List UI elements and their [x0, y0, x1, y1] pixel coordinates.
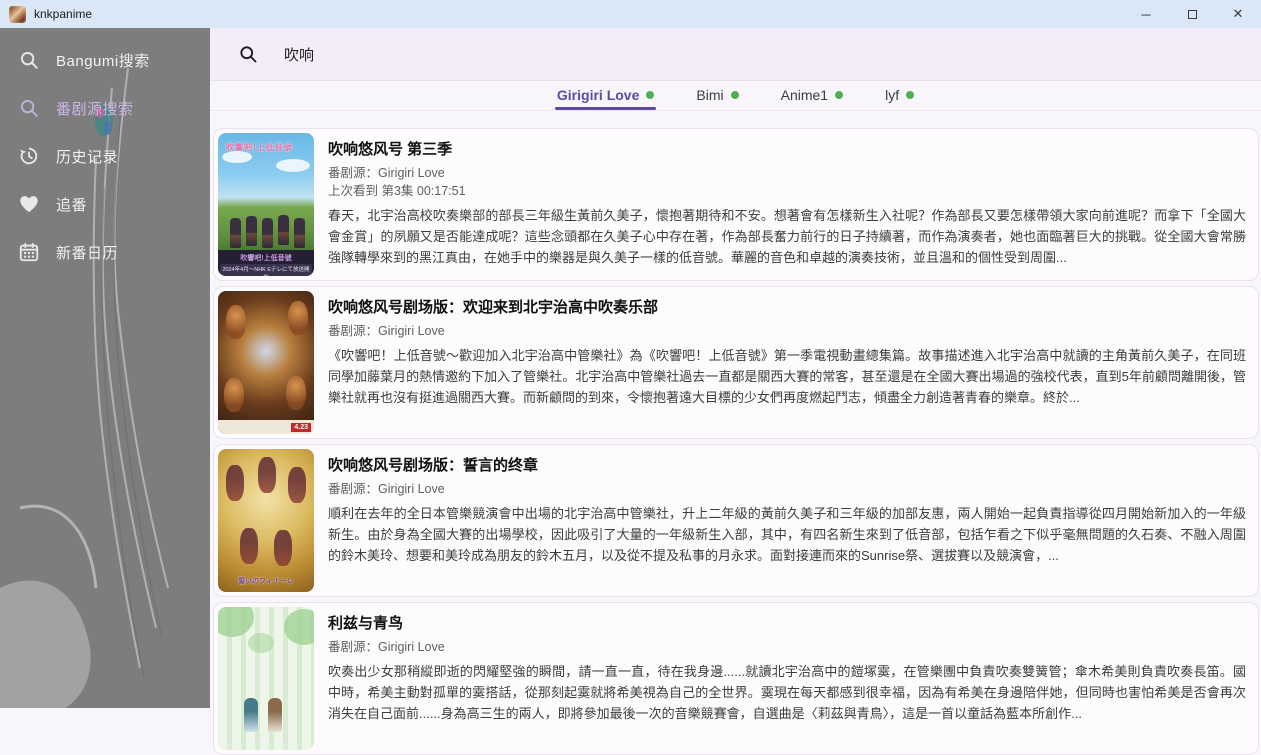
tab-girigiri-love[interactable]: Girigiri Love: [555, 87, 656, 110]
sidebar-item-label: 番剧源搜索: [56, 98, 134, 119]
sidebar-item-follow[interactable]: 追番: [0, 180, 210, 228]
heart-icon: [18, 193, 40, 215]
anime-title: 利兹与青鸟: [328, 612, 1246, 633]
last-watched: 上次看到 第3集 00:17:51: [328, 182, 1246, 200]
result-card[interactable]: 利兹与青鸟 番剧源：Girigiri Love 吹奏出少女那稍縱即逝的閃耀堅強的…: [213, 602, 1259, 755]
result-card[interactable]: 4.23 吹响悠风号剧场版：欢迎来到北宇治高中吹奏乐部 番剧源：Girigiri…: [213, 286, 1259, 439]
sidebar-item-history[interactable]: 历史记录: [0, 132, 210, 180]
sidebar-item-label: 历史记录: [56, 146, 118, 167]
search-results-list: 吹響吧!上低音號 吹響吧!上低音號 2024年4月～NHK Eテレにて放送開始 …: [210, 111, 1261, 755]
search-bar: [210, 28, 1261, 81]
anime-source: 番剧源：Girigiri Love: [328, 480, 1246, 498]
result-card[interactable]: 吹響吧!上低音號 吹響吧!上低音號 2024年4月～NHK Eテレにて放送開始 …: [213, 128, 1259, 281]
app-icon: [9, 6, 26, 23]
anime-description: 吹奏出少女那稍縱即逝的閃耀堅強的瞬間，請一直一直，待在我身邊......就讀北宇…: [328, 662, 1246, 724]
anime-description: 春天，北宇治高校吹奏樂部的部長三年級生黃前久美子，懷抱著期待和不安。想著會有怎樣…: [328, 206, 1246, 268]
close-button[interactable]: ✕: [1215, 0, 1261, 28]
anime-description: 《吹響吧！上低音號～歡迎加入北宇治高中管樂社》為《吹響吧！上低音號》第一季電視動…: [328, 346, 1246, 408]
poster-image: [218, 607, 314, 750]
title-bar: knkpanime ─ ✕: [0, 0, 1261, 28]
history-icon: [18, 145, 40, 167]
poster-title-text: 吹響吧!上低音號: [226, 142, 293, 153]
poster-caption: 2024年4月～NHK Eテレにて放送開始: [220, 264, 312, 276]
anime-title: 吹响悠风号 第三季: [328, 138, 1246, 159]
maximize-button[interactable]: [1169, 0, 1215, 28]
maximize-icon: [1188, 10, 1197, 19]
anime-source: 番剧源：Girigiri Love: [328, 164, 1246, 182]
sidebar-item-source-search[interactable]: 番剧源搜索: [0, 84, 210, 132]
poster-image: 誓いのフィナーレ: [218, 449, 314, 592]
poster-caption-band: 吹響吧!上低音號 2024年4月～NHK Eテレにて放送開始: [218, 250, 314, 276]
anime-description: 順利在去年的全日本管樂競演會中出場的北宇治高中管樂社，升上二年級的黃前久美子和三…: [328, 504, 1246, 566]
tab-label: Anime1: [781, 87, 828, 103]
search-icon: [238, 44, 258, 64]
anime-title: 吹响悠风号剧场版：欢迎来到北宇治高中吹奏乐部: [328, 296, 1246, 317]
online-status-dot: [731, 91, 739, 99]
result-card[interactable]: 誓いのフィナーレ 吹响悠风号剧场版：誓言的终章 番剧源：Girigiri Lov…: [213, 444, 1259, 597]
anime-title: 吹响悠风号剧场版：誓言的终章: [328, 454, 1246, 475]
minimize-button[interactable]: ─: [1123, 0, 1169, 28]
anime-source: 番剧源：Girigiri Love: [328, 322, 1246, 340]
search-input[interactable]: [284, 46, 984, 63]
app-title: knkpanime: [34, 7, 92, 21]
online-status-dot: [906, 91, 914, 99]
online-status-dot: [646, 91, 654, 99]
poster-date-badge: 4.23: [291, 423, 311, 432]
poster-image: 吹響吧!上低音號 吹響吧!上低音號 2024年4月～NHK Eテレにて放送開始: [218, 133, 314, 276]
sidebar-item-bangumi-search[interactable]: Bangumi搜索: [0, 36, 210, 84]
sidebar-item-label: 新番日历: [56, 242, 118, 263]
main-area: Girigiri Love Bimi Anime1 lyf 吹響吧!上低音號: [210, 28, 1261, 708]
tab-bimi[interactable]: Bimi: [694, 87, 740, 110]
tab-label: lyf: [885, 87, 899, 103]
tab-label: Girigiri Love: [557, 87, 639, 103]
search-icon: [18, 97, 40, 119]
poster-title-text: 誓いのフィナーレ: [218, 576, 314, 586]
tab-anime1[interactable]: Anime1: [779, 87, 845, 110]
tab-label: Bimi: [696, 87, 723, 103]
online-status-dot: [835, 91, 843, 99]
anime-source: 番剧源：Girigiri Love: [328, 638, 1246, 656]
source-tabs: Girigiri Love Bimi Anime1 lyf: [210, 81, 1261, 111]
calendar-icon: [18, 241, 40, 263]
poster-image: 4.23: [218, 291, 314, 434]
tab-lyf[interactable]: lyf: [883, 87, 916, 110]
sidebar-item-calendar[interactable]: 新番日历: [0, 228, 210, 276]
sidebar: Bangumi搜索 番剧源搜索 历史记录 追番: [0, 28, 210, 708]
search-icon: [18, 49, 40, 71]
sidebar-item-label: 追番: [56, 194, 87, 215]
sidebar-item-label: Bangumi搜索: [56, 50, 150, 71]
